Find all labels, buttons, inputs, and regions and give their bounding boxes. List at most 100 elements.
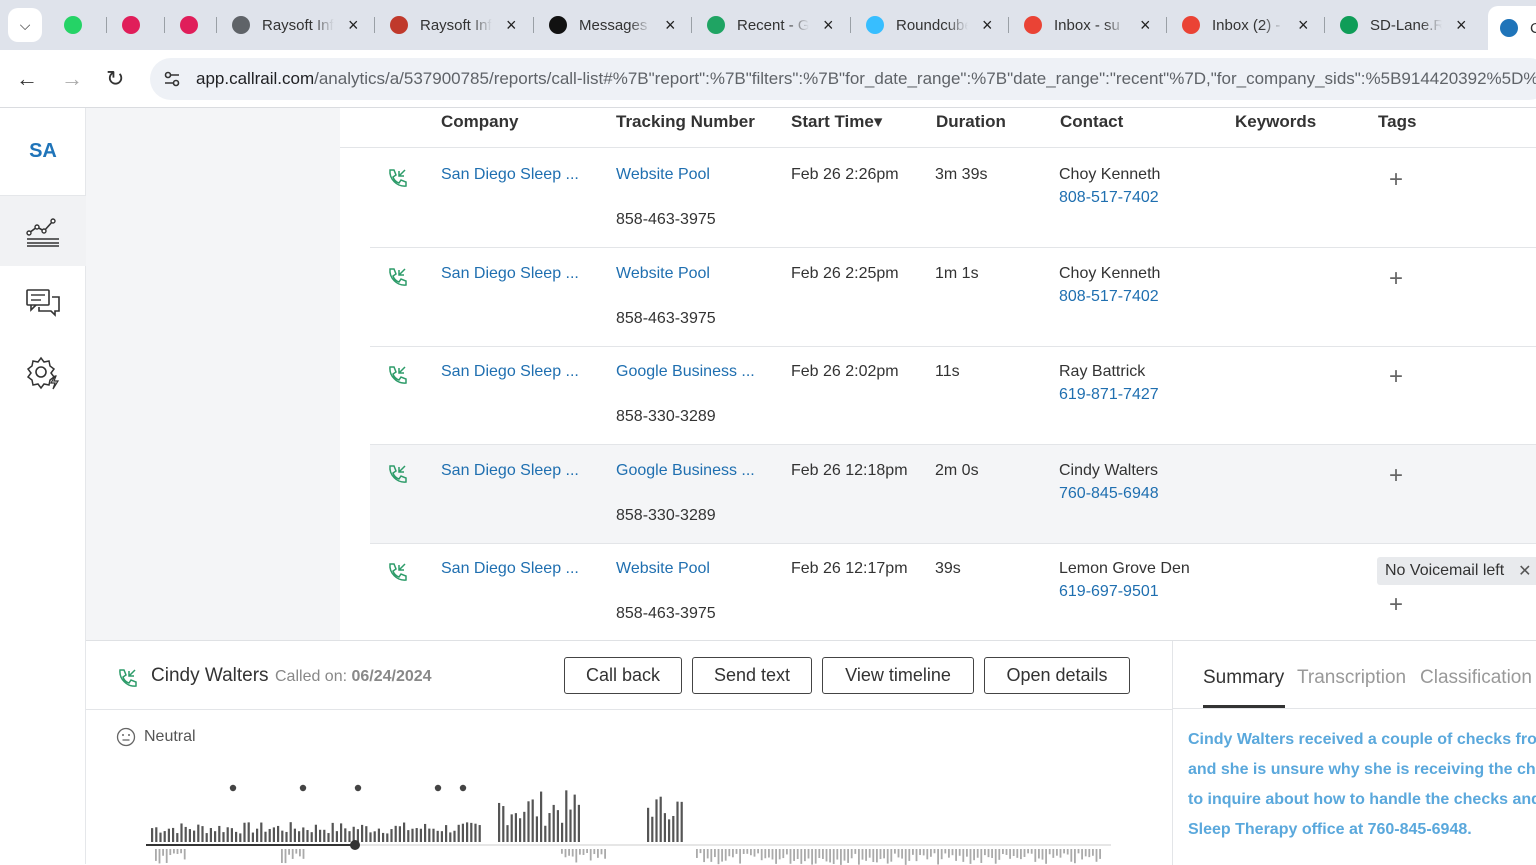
contact-phone-link[interactable]: 619-871-7427	[1059, 386, 1159, 404]
close-tab-icon[interactable]: ×	[1456, 15, 1467, 36]
table-row[interactable]: San Diego Sleep ... Website Pool 858-463-3…	[370, 543, 1536, 640]
annotation-marker[interactable]	[229, 784, 237, 792]
waveform-bar	[933, 849, 936, 854]
tracking-source-link[interactable]: Website Pool	[616, 265, 710, 283]
waveform-bar	[180, 849, 182, 854]
audio-waveform[interactable]	[141, 781, 1141, 865]
browser-tab[interactable]: Roundcube ×	[866, 8, 993, 42]
column-header-keywords[interactable]: Keywords	[1235, 112, 1316, 132]
tab-transcription[interactable]: Transcription	[1297, 667, 1406, 689]
browser-tab[interactable]: Inbox (2) - ×	[1182, 8, 1309, 42]
tab-title: Roundcube	[896, 16, 968, 34]
table-row[interactable]: San Diego Sleep ... Google Business ... 85…	[370, 444, 1536, 544]
close-tab-icon[interactable]: ×	[982, 15, 993, 36]
waveform-bar	[457, 824, 460, 842]
add-tag-icon[interactable]: +	[1389, 462, 1403, 490]
close-tab-icon[interactable]: ×	[665, 15, 676, 36]
close-tab-icon[interactable]: ×	[1298, 15, 1309, 36]
add-tag-icon[interactable]: +	[1389, 363, 1403, 391]
call-back-button[interactable]: Call back	[564, 657, 682, 694]
waveform-bar	[180, 823, 183, 842]
inbound-call-icon	[386, 167, 408, 189]
browser-tab[interactable]: Recent - G ×	[707, 8, 834, 42]
company-link[interactable]: San Diego Sleep ...	[441, 166, 579, 184]
site-settings-icon[interactable]	[162, 69, 182, 89]
waveform-bar	[382, 832, 385, 842]
browser-tab[interactable]	[180, 8, 210, 42]
table-row[interactable]: San Diego Sleep ... Website Pool 858-463-3…	[370, 149, 1536, 248]
waveform-bar	[319, 829, 322, 842]
waveform-bar	[579, 849, 581, 855]
url-input[interactable]: app.callrail.com/analytics/a/537900785/r…	[150, 58, 1536, 100]
add-tag-icon[interactable]: +	[1389, 166, 1403, 194]
contact-phone-link[interactable]: 619-697-9501	[1059, 583, 1159, 601]
browser-tab[interactable]: SD-Lane.R ×	[1340, 8, 1467, 42]
column-header-tags[interactable]: Tags	[1378, 112, 1416, 132]
back-icon[interactable]: ←	[16, 66, 38, 92]
waveform-bar	[573, 794, 576, 842]
browser-tab[interactable]: Raysoft Inf ×	[232, 8, 359, 42]
close-tab-icon[interactable]: ×	[348, 15, 359, 36]
open-details-button[interactable]: Open details	[984, 657, 1130, 694]
tracking-source-link[interactable]: Website Pool	[616, 560, 710, 578]
waveform-bar	[886, 849, 889, 864]
sidebar-item-settings[interactable]	[0, 338, 86, 408]
send-text-button[interactable]: Send text	[692, 657, 812, 694]
annotation-marker[interactable]	[354, 784, 362, 792]
close-tab-icon[interactable]: ×	[823, 15, 834, 36]
tab-summary[interactable]: Summary	[1203, 667, 1284, 689]
waveform-bar	[850, 849, 853, 859]
table-row[interactable]: San Diego Sleep ... Website Pool 858-463-3…	[370, 248, 1536, 347]
annotation-marker[interactable]	[459, 784, 467, 792]
contact-phone-link[interactable]: 808-517-7402	[1059, 189, 1159, 207]
column-header-tracking-number[interactable]: Tracking Number	[616, 112, 755, 132]
playhead-handle[interactable]	[350, 840, 360, 850]
browser-tab[interactable]: Inbox - su ×	[1024, 8, 1151, 42]
reload-icon[interactable]: ↻	[106, 66, 124, 92]
company-link[interactable]: San Diego Sleep ...	[441, 560, 579, 578]
table-row[interactable]: San Diego Sleep ... Google Business ... 85…	[370, 346, 1536, 445]
tracking-source-link[interactable]: Website Pool	[616, 166, 710, 184]
browser-tab[interactable]: Raysoft Inf ×	[390, 8, 517, 42]
remove-tag-icon[interactable]: ✕	[1518, 561, 1531, 581]
call-list-table: Company Tracking Number Start Time▾ Dura…	[340, 108, 1536, 640]
address-bar-row: ← → ↻ app.callrail.com/analytics/a/53790…	[0, 50, 1536, 108]
filter-panel-background	[86, 108, 340, 640]
company-link[interactable]: San Diego Sleep ...	[441, 462, 579, 480]
contact-phone-link[interactable]: 760-845-6948	[1059, 485, 1159, 503]
company-link[interactable]: San Diego Sleep ...	[441, 363, 579, 381]
contact-phone-link[interactable]: 808-517-7402	[1059, 288, 1159, 306]
tab-separator	[850, 17, 851, 33]
tracking-source-link[interactable]: Google Business ...	[616, 462, 755, 480]
column-header-contact[interactable]: Contact	[1060, 112, 1123, 132]
annotation-marker[interactable]	[299, 784, 307, 792]
add-tag-icon[interactable]: +	[1389, 265, 1403, 293]
column-header-duration[interactable]: Duration	[936, 112, 1006, 132]
waveform-bar	[243, 822, 246, 842]
tracking-source-link[interactable]: Google Business ...	[616, 363, 755, 381]
waveform-bar	[589, 849, 592, 861]
sidebar-item-conversations[interactable]	[0, 268, 86, 338]
sidebar-item-analytics[interactable]	[0, 196, 86, 266]
browser-tab[interactable]: Messages ×	[549, 8, 676, 42]
browser-tab[interactable]	[64, 8, 94, 42]
add-tag-icon[interactable]: +	[1389, 591, 1403, 619]
waveform-bar	[424, 823, 427, 842]
account-logo[interactable]: SA	[0, 108, 86, 196]
browser-tab[interactable]: C	[1488, 6, 1536, 50]
company-link[interactable]: San Diego Sleep ...	[441, 265, 579, 283]
browser-tab[interactable]	[122, 8, 152, 42]
waveform-bar	[922, 849, 925, 856]
column-header-company[interactable]: Company	[441, 112, 518, 132]
view-timeline-button[interactable]: View timeline	[822, 657, 974, 694]
forward-icon[interactable]: →	[61, 66, 83, 92]
tab-search-button[interactable]: ⌵	[8, 8, 42, 42]
annotation-marker[interactable]	[434, 784, 442, 792]
waveform-bar	[218, 825, 221, 842]
waveform-bar	[832, 849, 835, 864]
waveform-bar	[973, 849, 975, 861]
column-header-start-time[interactable]: Start Time▾	[791, 112, 882, 132]
close-tab-icon[interactable]: ×	[506, 15, 517, 36]
close-tab-icon[interactable]: ×	[1140, 15, 1151, 36]
tab-classification[interactable]: Classification	[1420, 667, 1532, 689]
